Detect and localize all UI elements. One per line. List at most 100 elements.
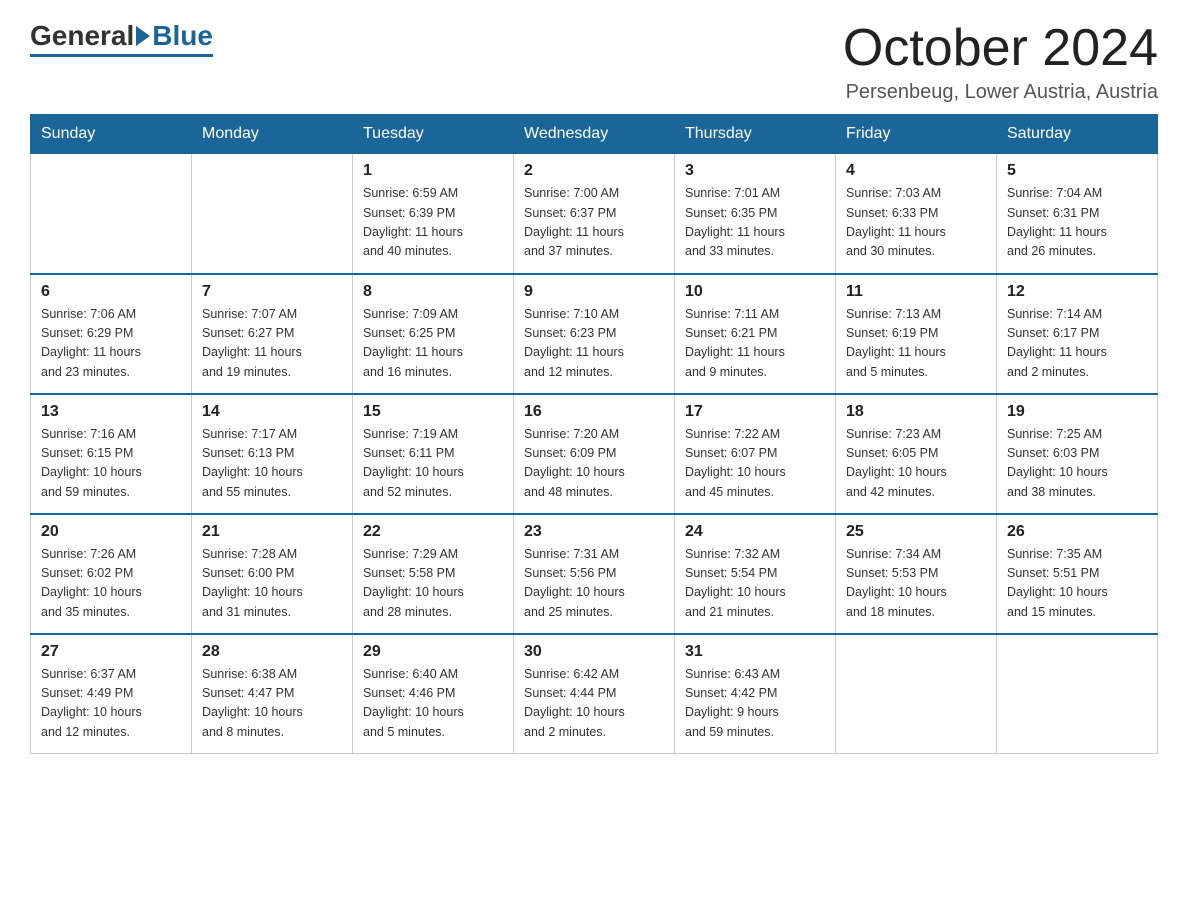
- day-number: 17: [685, 403, 825, 421]
- weekday-header-sunday: Sunday: [31, 115, 192, 154]
- day-number: 27: [41, 643, 181, 661]
- day-number: 5: [1007, 162, 1147, 180]
- day-info: Sunrise: 7:34 AMSunset: 5:53 PMDaylight:…: [846, 545, 986, 623]
- day-info: Sunrise: 6:37 AMSunset: 4:49 PMDaylight:…: [41, 665, 181, 743]
- day-number: 4: [846, 162, 986, 180]
- calendar-cell: 26 Sunrise: 7:35 AMSunset: 5:51 PMDayligh…: [997, 514, 1158, 634]
- day-number: 9: [524, 283, 664, 301]
- weekday-header-tuesday: Tuesday: [353, 115, 514, 154]
- calendar-cell: 25 Sunrise: 7:34 AMSunset: 5:53 PMDayligh…: [836, 514, 997, 634]
- week-row-1: 1Sunrise: 6:59 AMSunset: 6:39 PMDaylight…: [31, 154, 1158, 274]
- day-number: 12: [1007, 283, 1147, 301]
- calendar-cell: 31 Sunrise: 6:43 AMSunset: 4:42 PMDayligh…: [675, 634, 836, 754]
- calendar-cell: 1Sunrise: 6:59 AMSunset: 6:39 PMDaylight…: [353, 154, 514, 274]
- day-info: Sunrise: 7:13 AMSunset: 6:19 PMDaylight:…: [846, 305, 986, 383]
- title-section: October 2024 Persenbeug, Lower Austria, …: [843, 20, 1158, 104]
- day-number: 30: [524, 643, 664, 661]
- day-info: Sunrise: 6:40 AMSunset: 4:46 PMDaylight:…: [363, 665, 503, 743]
- calendar-cell: 10 Sunrise: 7:11 AMSunset: 6:21 PMDayligh…: [675, 274, 836, 394]
- day-info: Sunrise: 7:26 AMSunset: 6:02 PMDaylight:…: [41, 545, 181, 623]
- calendar-cell: 4 Sunrise: 7:03 AMSunset: 6:33 PMDaylight…: [836, 154, 997, 274]
- day-info: Sunrise: 6:42 AMSunset: 4:44 PMDaylight:…: [524, 665, 664, 743]
- calendar-cell: 20 Sunrise: 7:26 AMSunset: 6:02 PMDayligh…: [31, 514, 192, 634]
- day-info: Sunrise: 7:10 AMSunset: 6:23 PMDaylight:…: [524, 305, 664, 383]
- day-info: Sunrise: 6:38 AMSunset: 4:47 PMDaylight:…: [202, 665, 342, 743]
- logo-blue-text: Blue: [152, 20, 213, 52]
- day-info: Sunrise: 7:11 AMSunset: 6:21 PMDaylight:…: [685, 305, 825, 383]
- day-info: Sunrise: 7:28 AMSunset: 6:00 PMDaylight:…: [202, 545, 342, 623]
- logo-general-text: General: [30, 20, 134, 52]
- week-row-4: 20 Sunrise: 7:26 AMSunset: 6:02 PMDayligh…: [31, 514, 1158, 634]
- calendar-cell: [997, 634, 1158, 754]
- calendar-cell: 2Sunrise: 7:00 AMSunset: 6:37 PMDaylight…: [514, 154, 675, 274]
- calendar-cell: 24 Sunrise: 7:32 AMSunset: 5:54 PMDayligh…: [675, 514, 836, 634]
- calendar-cell: 19Sunrise: 7:25 AMSunset: 6:03 PMDayligh…: [997, 394, 1158, 514]
- calendar-cell: 9 Sunrise: 7:10 AMSunset: 6:23 PMDaylight…: [514, 274, 675, 394]
- day-info: Sunrise: 7:06 AMSunset: 6:29 PMDaylight:…: [41, 305, 181, 383]
- calendar-table: SundayMondayTuesdayWednesdayThursdayFrid…: [30, 114, 1158, 754]
- day-number: 16: [524, 403, 664, 421]
- logo-underline: [30, 54, 213, 57]
- weekday-header-row: SundayMondayTuesdayWednesdayThursdayFrid…: [31, 115, 1158, 154]
- day-info: Sunrise: 7:17 AMSunset: 6:13 PMDaylight:…: [202, 425, 342, 503]
- day-number: 15: [363, 403, 503, 421]
- calendar-cell: 3Sunrise: 7:01 AMSunset: 6:35 PMDaylight…: [675, 154, 836, 274]
- day-info: Sunrise: 7:03 AMSunset: 6:33 PMDaylight:…: [846, 184, 986, 262]
- calendar-cell: 12 Sunrise: 7:14 AMSunset: 6:17 PMDayligh…: [997, 274, 1158, 394]
- calendar-cell: 29Sunrise: 6:40 AMSunset: 4:46 PMDayligh…: [353, 634, 514, 754]
- day-number: 25: [846, 523, 986, 541]
- day-number: 1: [363, 162, 503, 180]
- day-number: 11: [846, 283, 986, 301]
- day-info: Sunrise: 7:16 AMSunset: 6:15 PMDaylight:…: [41, 425, 181, 503]
- day-info: Sunrise: 7:29 AMSunset: 5:58 PMDaylight:…: [363, 545, 503, 623]
- day-number: 20: [41, 523, 181, 541]
- day-info: Sunrise: 7:22 AMSunset: 6:07 PMDaylight:…: [685, 425, 825, 503]
- day-number: 26: [1007, 523, 1147, 541]
- day-info: Sunrise: 6:43 AMSunset: 4:42 PMDaylight:…: [685, 665, 825, 743]
- calendar-cell: 6 Sunrise: 7:06 AMSunset: 6:29 PMDaylight…: [31, 274, 192, 394]
- week-row-2: 6 Sunrise: 7:06 AMSunset: 6:29 PMDaylight…: [31, 274, 1158, 394]
- day-number: 13: [41, 403, 181, 421]
- calendar-cell: 27 Sunrise: 6:37 AMSunset: 4:49 PMDayligh…: [31, 634, 192, 754]
- day-number: 18: [846, 403, 986, 421]
- weekday-header-thursday: Thursday: [675, 115, 836, 154]
- day-info: Sunrise: 7:32 AMSunset: 5:54 PMDaylight:…: [685, 545, 825, 623]
- day-number: 22: [363, 523, 503, 541]
- day-number: 24: [685, 523, 825, 541]
- day-info: Sunrise: 7:31 AMSunset: 5:56 PMDaylight:…: [524, 545, 664, 623]
- calendar-cell: 8Sunrise: 7:09 AMSunset: 6:25 PMDaylight…: [353, 274, 514, 394]
- calendar-cell: 22 Sunrise: 7:29 AMSunset: 5:58 PMDayligh…: [353, 514, 514, 634]
- week-row-5: 27 Sunrise: 6:37 AMSunset: 4:49 PMDayligh…: [31, 634, 1158, 754]
- day-info: Sunrise: 7:20 AMSunset: 6:09 PMDaylight:…: [524, 425, 664, 503]
- weekday-header-friday: Friday: [836, 115, 997, 154]
- page-header: General Blue October 2024 Persenbeug, Lo…: [30, 20, 1158, 104]
- calendar-cell: 7Sunrise: 7:07 AMSunset: 6:27 PMDaylight…: [192, 274, 353, 394]
- calendar-cell: [836, 634, 997, 754]
- calendar-cell: 13 Sunrise: 7:16 AMSunset: 6:15 PMDayligh…: [31, 394, 192, 514]
- day-number: 19: [1007, 403, 1147, 421]
- day-info: Sunrise: 7:00 AMSunset: 6:37 PMDaylight:…: [524, 184, 664, 262]
- calendar-cell: [31, 154, 192, 274]
- logo-triangle-icon: [136, 26, 150, 46]
- calendar-cell: 28 Sunrise: 6:38 AMSunset: 4:47 PMDayligh…: [192, 634, 353, 754]
- day-number: 6: [41, 283, 181, 301]
- day-info: Sunrise: 7:35 AMSunset: 5:51 PMDaylight:…: [1007, 545, 1147, 623]
- day-number: 28: [202, 643, 342, 661]
- location-title: Persenbeug, Lower Austria, Austria: [843, 81, 1158, 104]
- day-number: 23: [524, 523, 664, 541]
- logo: General Blue: [30, 20, 213, 57]
- day-number: 8: [363, 283, 503, 301]
- day-number: 10: [685, 283, 825, 301]
- day-number: 31: [685, 643, 825, 661]
- calendar-cell: [192, 154, 353, 274]
- calendar-cell: 15Sunrise: 7:19 AMSunset: 6:11 PMDayligh…: [353, 394, 514, 514]
- day-info: Sunrise: 7:14 AMSunset: 6:17 PMDaylight:…: [1007, 305, 1147, 383]
- week-row-3: 13 Sunrise: 7:16 AMSunset: 6:15 PMDayligh…: [31, 394, 1158, 514]
- day-number: 21: [202, 523, 342, 541]
- calendar-cell: 5 Sunrise: 7:04 AMSunset: 6:31 PMDaylight…: [997, 154, 1158, 274]
- calendar-cell: 17 Sunrise: 7:22 AMSunset: 6:07 PMDayligh…: [675, 394, 836, 514]
- calendar-cell: 30 Sunrise: 6:42 AMSunset: 4:44 PMDayligh…: [514, 634, 675, 754]
- month-title: October 2024: [843, 20, 1158, 77]
- day-number: 7: [202, 283, 342, 301]
- day-info: Sunrise: 7:04 AMSunset: 6:31 PMDaylight:…: [1007, 184, 1147, 262]
